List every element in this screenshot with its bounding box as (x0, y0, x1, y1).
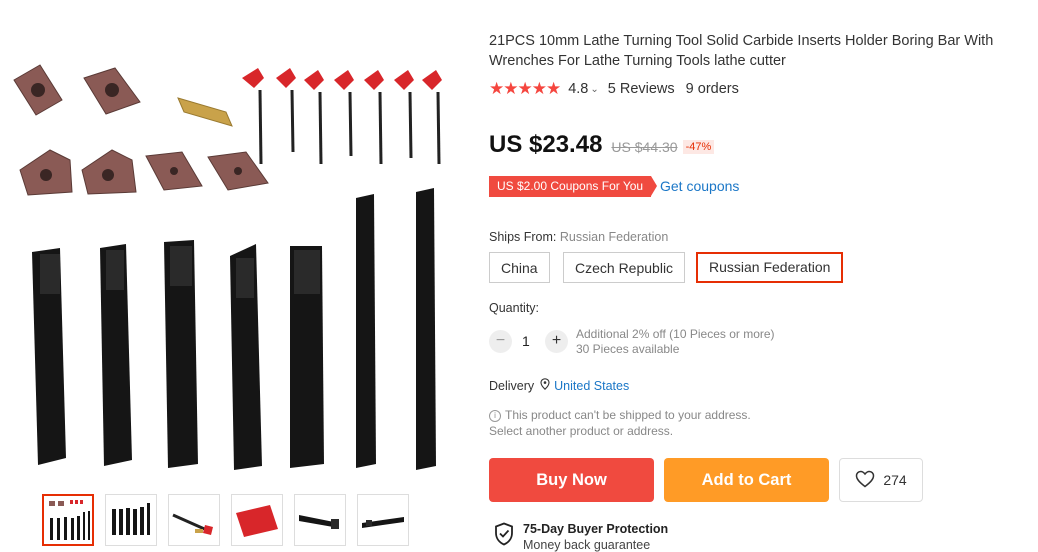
discount-badge: -47% (682, 140, 715, 154)
quantity-increase-button[interactable]: + (545, 330, 568, 353)
buyer-protection-title: 75-Day Buyer Protection (523, 522, 669, 536)
coupon-badge[interactable]: US $2.00 Coupons For You (489, 176, 658, 197)
wishlist-button[interactable]: 274 (839, 458, 923, 502)
rating-value[interactable]: 4.8 (568, 81, 588, 97)
original-price: US $44.30 (611, 139, 678, 155)
delivery-row: Delivery United States (489, 378, 629, 393)
quantity-discount-note: Additional 2% off (10 Pieces or more) (576, 327, 775, 341)
heart-icon (855, 470, 875, 491)
delivery-country-link[interactable]: United States (554, 379, 629, 393)
rating-stars[interactable]: ★★★★★ (489, 79, 561, 99)
quantity-decrease-button[interactable]: − (489, 330, 512, 353)
quantity-stepper[interactable]: 1 (522, 333, 530, 349)
ship-option-china[interactable]: China (489, 252, 550, 283)
ships-from-label: Ships From: Russian Federation (489, 230, 668, 244)
product-title: 21PCS 10mm Lathe Turning Tool Solid Carb… (489, 33, 994, 69)
price-row: US $23.48 US $44.30 -47% (489, 131, 715, 159)
get-coupons-link[interactable]: Get coupons (660, 178, 739, 194)
location-pin-icon (540, 378, 550, 393)
quantity-label: Quantity: (489, 301, 540, 315)
thumbnail-2[interactable] (105, 494, 157, 546)
ship-option-russian-federation[interactable]: Russian Federation (696, 252, 844, 283)
ships-from-value: Russian Federation (559, 230, 669, 244)
ship-option-czech-republic[interactable]: Czech Republic (563, 252, 686, 283)
shipping-warning: i This product can't be shipped to your … (489, 408, 751, 423)
thumbnail-6[interactable] (357, 494, 409, 546)
thumbnail-3[interactable] (168, 494, 220, 546)
reviews-link[interactable]: 5 Reviews (608, 81, 675, 97)
wishlist-count: 274 (883, 472, 907, 488)
shipping-warning-text: This product can't be shipped to your ad… (505, 408, 751, 422)
thumbnail-1[interactable] (42, 494, 94, 546)
main-product-image[interactable] (0, 40, 470, 480)
shipping-warning-hint: Select another product or address. (489, 424, 674, 438)
thumbnail-strip (42, 494, 409, 546)
ships-from-caption: Ships From: (489, 230, 557, 244)
delivery-label: Delivery (489, 378, 535, 393)
rating-row: ★★★★★ 4.8 ⌄ 5 Reviews 9 orders (489, 79, 739, 99)
buyer-protection-subtitle: Money back guarantee (523, 538, 651, 552)
current-price: US $23.48 (489, 131, 603, 158)
thumbnail-5[interactable] (294, 494, 346, 546)
info-icon: i (489, 409, 501, 422)
shield-check-icon (494, 522, 514, 551)
chevron-down-icon[interactable]: ⌄ (590, 84, 598, 95)
add-to-cart-button[interactable]: Add to Cart (664, 458, 829, 502)
buy-now-button[interactable]: Buy Now (489, 458, 654, 502)
pieces-available: 30 Pieces available (576, 342, 680, 356)
thumbnail-4[interactable] (231, 494, 283, 546)
orders-count: 9 orders (685, 81, 739, 97)
